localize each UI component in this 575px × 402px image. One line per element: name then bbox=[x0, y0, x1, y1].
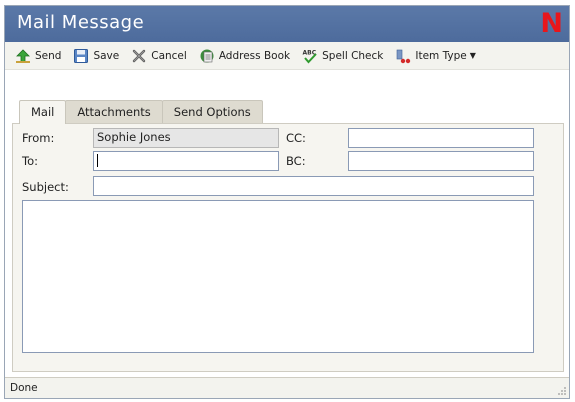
send-label: Send bbox=[35, 49, 62, 62]
status-text: Done bbox=[10, 382, 38, 394]
status-bar: Done bbox=[5, 377, 569, 398]
tab-strip: Mail Attachments Send Options bbox=[19, 100, 263, 124]
subject-label: Subject: bbox=[22, 180, 69, 194]
spell-check-button[interactable]: ABC Spell Check bbox=[298, 45, 387, 67]
save-icon bbox=[73, 48, 89, 64]
text-cursor bbox=[97, 154, 98, 167]
content-area: Mail Attachments Send Options From: Soph… bbox=[5, 71, 569, 377]
window-title: Mail Message bbox=[17, 12, 145, 33]
cancel-button[interactable]: Cancel bbox=[127, 45, 191, 67]
tab-send-options[interactable]: Send Options bbox=[161, 100, 263, 123]
from-field: Sophie Jones bbox=[93, 128, 279, 148]
bc-label: BC: bbox=[286, 154, 306, 168]
from-value: Sophie Jones bbox=[97, 130, 171, 144]
cancel-label: Cancel bbox=[151, 49, 187, 62]
cc-label: CC: bbox=[286, 131, 306, 145]
address-book-button[interactable]: Address Book bbox=[195, 45, 294, 67]
item-type-icon bbox=[395, 48, 411, 64]
mail-message-window: Mail Message N Send Save Cancel Address … bbox=[4, 5, 570, 399]
address-book-icon bbox=[199, 48, 215, 64]
to-label: To: bbox=[22, 154, 38, 168]
toolbar: Send Save Cancel Address Book ABC Spell … bbox=[5, 42, 569, 70]
from-label: From: bbox=[22, 131, 55, 145]
item-type-label: Item Type bbox=[415, 49, 467, 62]
to-field[interactable] bbox=[93, 151, 279, 171]
subject-field[interactable] bbox=[93, 176, 534, 196]
spell-check-label: Spell Check bbox=[322, 49, 384, 62]
send-icon bbox=[15, 48, 31, 64]
save-button[interactable]: Save bbox=[69, 45, 123, 67]
title-bar: Mail Message N bbox=[5, 6, 569, 42]
novell-logo: N bbox=[540, 8, 563, 39]
cancel-icon bbox=[131, 48, 147, 64]
mail-panel: From: Sophie Jones CC: To: BC: Subject: bbox=[12, 123, 564, 372]
tab-mail[interactable]: Mail bbox=[19, 100, 67, 124]
address-book-label: Address Book bbox=[218, 49, 291, 62]
tab-attachments[interactable]: Attachments bbox=[65, 100, 163, 123]
message-body-textarea[interactable] bbox=[22, 200, 534, 353]
spell-check-icon: ABC bbox=[302, 48, 318, 64]
send-button[interactable]: Send bbox=[11, 45, 65, 67]
save-label: Save bbox=[93, 49, 120, 62]
item-type-button[interactable]: Item Type ▼ bbox=[391, 45, 480, 67]
resize-grip-icon[interactable] bbox=[557, 386, 567, 396]
chevron-down-icon: ▼ bbox=[469, 51, 476, 60]
bc-field[interactable] bbox=[348, 151, 534, 171]
cc-field[interactable] bbox=[348, 128, 534, 148]
